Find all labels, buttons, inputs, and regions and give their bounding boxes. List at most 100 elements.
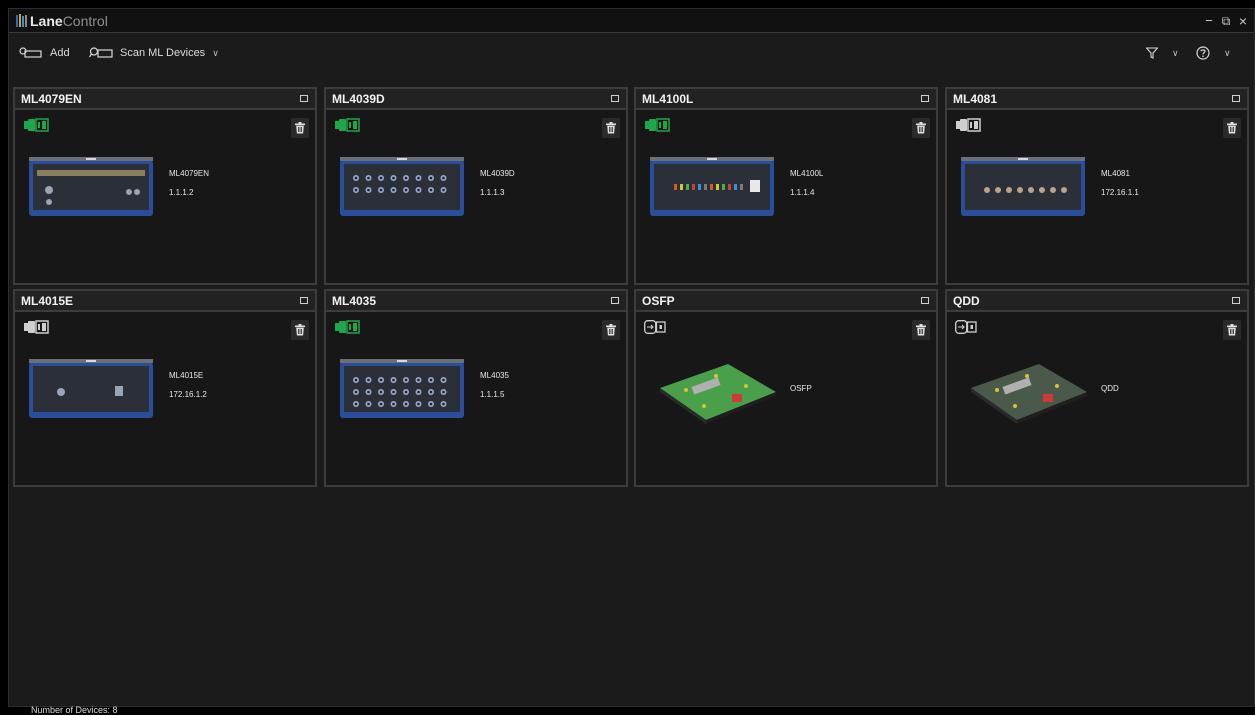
card-title: ML4100L [642,92,694,106]
minimize-button[interactable]: − [1200,12,1218,30]
maximize-icon[interactable] [921,95,929,102]
card-title: ML4015E [21,294,74,308]
delete-device-button[interactable] [602,320,620,340]
usb-connection-icon [644,320,666,339]
app-window: LaneControl − ⧉ × Add Scan ML Devices ∨ [8,8,1255,715]
card-title: QDD [953,294,980,308]
card-body: ML4079EN 1.1.1.2 [15,112,315,283]
device-card-osfp[interactable]: OSFP OSFP [634,289,938,487]
device-image [961,157,1085,216]
card-header: ML4035 [326,291,626,312]
scan-label: Scan ML Devices [120,47,206,59]
device-name: ML4079EN [169,169,210,178]
card-body: ML4015E 172.16.1.2 [15,314,315,485]
trash-icon [606,122,616,134]
device-image [650,157,774,216]
device-name: ML4100L [790,169,824,178]
filter-icon [1146,47,1158,59]
help-button[interactable]: ∨ [1196,44,1231,62]
card-title: ML4081 [953,92,998,106]
device-card-ml4100l[interactable]: ML4100L ML4100L 1.1.1.4 [634,87,938,285]
trash-icon [295,122,305,134]
filter-button[interactable]: ∨ [1146,44,1179,62]
device-address: 1.1.1.5 [480,390,505,399]
scan-devices-icon [89,47,113,58]
device-name: QDD [1101,384,1119,393]
card-body: ML4035 1.1.1.5 [326,314,626,485]
device-card-ml4039d[interactable]: ML4039D ML4039D 1.1.1.3 [324,87,628,285]
ethernet-connection-icon [334,320,360,339]
trash-icon [916,122,926,134]
ethernet-connection-icon [23,118,49,137]
card-header: ML4100L [636,89,936,110]
delete-device-button[interactable] [912,320,930,340]
card-header: ML4079EN [15,89,315,110]
toolbar: Add Scan ML Devices ∨ ∨ ∨ [9,34,1254,72]
card-body: ML4039D 1.1.1.3 [326,112,626,283]
device-image [29,359,153,418]
device-image [971,364,1087,424]
device-address: 1.1.1.4 [790,188,815,197]
add-button[interactable]: Add [19,44,70,62]
delete-device-button[interactable] [912,118,930,138]
card-title: ML4039D [332,92,385,106]
trash-icon [916,324,926,336]
maximize-icon[interactable] [611,297,619,304]
delete-device-button[interactable] [1223,118,1241,138]
add-label: Add [50,47,70,59]
ethernet-connection-icon [644,118,670,137]
chevron-down-icon: ∨ [212,47,219,58]
maximize-icon[interactable] [611,95,619,102]
title-bar: LaneControl − ⧉ × [9,9,1254,33]
device-address: 1.1.1.3 [480,188,505,197]
delete-device-button[interactable] [291,320,309,340]
card-body: ML4100L 1.1.1.4 [636,112,936,283]
card-body: ML4081 172.16.1.1 [947,112,1247,283]
ethernet-connection-icon [955,118,981,137]
close-button[interactable]: × [1234,12,1252,30]
device-card-ml4015e[interactable]: ML4015E ML4015E 172.16.1.2 [13,289,317,487]
card-body: QDD [947,314,1247,485]
ethernet-connection-icon [334,118,360,137]
device-name: ML4081 [1101,169,1130,178]
usb-connection-icon [955,320,977,339]
add-device-icon [19,47,42,58]
trash-icon [606,324,616,336]
device-card-ml4035[interactable]: ML4035 ML4035 1.1.1.5 [324,289,628,487]
trash-icon [1227,324,1237,336]
device-name: ML4015E [169,371,204,380]
device-image [29,157,153,216]
chevron-down-icon: ∨ [1172,47,1179,58]
device-name: ML4035 [480,371,509,380]
restore-button[interactable]: ⧉ [1217,12,1235,30]
device-card-ml4081[interactable]: ML4081 ML4081 172.16.1.1 [945,87,1249,285]
maximize-icon[interactable] [1232,95,1240,102]
delete-device-button[interactable] [291,118,309,138]
maximize-icon[interactable] [921,297,929,304]
maximize-icon[interactable] [300,297,308,304]
card-header: QDD [947,291,1247,312]
card-header: ML4039D [326,89,626,110]
app-title: LaneControl [30,13,108,29]
card-header: ML4081 [947,89,1247,110]
trash-icon [1227,122,1237,134]
device-image [340,157,464,216]
delete-device-button[interactable] [1223,320,1241,340]
chevron-down-icon: ∨ [1224,47,1231,58]
maximize-icon[interactable] [300,95,308,102]
ethernet-connection-icon [23,320,49,339]
maximize-icon[interactable] [1232,297,1240,304]
device-address: 172.16.1.1 [1101,188,1139,197]
card-title: ML4035 [332,294,377,308]
card-header: ML4015E [15,291,315,312]
device-card-ml4079en[interactable]: ML4079EN ML4079EN 1.1.1.2 [13,87,317,285]
delete-device-button[interactable] [602,118,620,138]
card-title: ML4079EN [21,92,82,106]
device-name: ML4039D [480,169,515,178]
device-card-qdd[interactable]: QDD QDD [945,289,1249,487]
help-icon [1196,46,1210,60]
device-name: OSFP [790,384,812,393]
trash-icon [295,324,305,336]
device-address: 1.1.1.2 [169,188,194,197]
scan-ml-devices-button[interactable]: Scan ML Devices ∨ [89,44,219,62]
